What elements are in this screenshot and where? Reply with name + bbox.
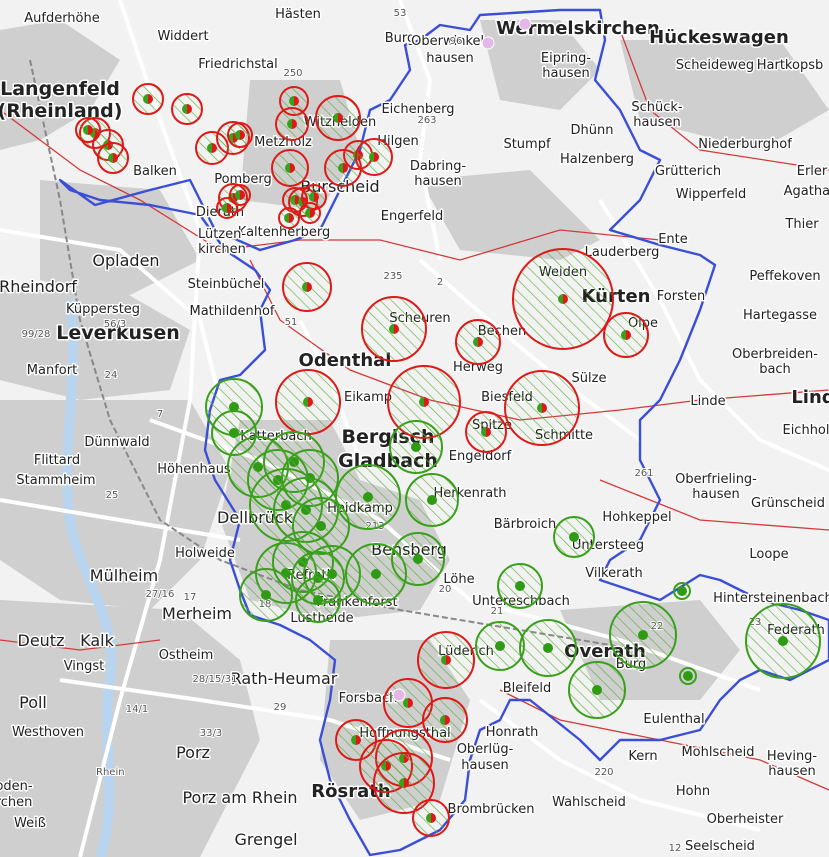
green-survey-circle[interactable] [745, 603, 821, 679]
red-survey-circle[interactable] [97, 142, 129, 174]
red-survey-circle[interactable] [278, 207, 300, 229]
green-survey-circle[interactable] [497, 563, 543, 609]
green-survey-circle[interactable] [391, 532, 445, 586]
red-survey-circle[interactable] [603, 312, 649, 358]
red-survey-circle[interactable] [275, 369, 341, 435]
green-survey-circle[interactable] [335, 464, 401, 530]
marker-layer[interactable] [0, 0, 829, 857]
red-survey-circle[interactable] [361, 296, 427, 362]
green-survey-circle[interactable] [239, 568, 293, 622]
map[interactable]: Aufderhöhe Widdert Hästen Burg Wermelskirche… [0, 0, 829, 857]
red-survey-circle[interactable] [422, 697, 468, 743]
red-survey-circle[interactable] [355, 138, 393, 176]
red-survey-circle[interactable] [299, 202, 321, 224]
green-survey-circle[interactable] [568, 661, 626, 719]
red-survey-circle[interactable] [465, 411, 507, 453]
green-survey-circle[interactable] [553, 516, 595, 558]
green-survey-circle[interactable] [609, 601, 677, 669]
red-survey-circle[interactable] [171, 93, 203, 125]
green-survey-circle[interactable] [519, 619, 577, 677]
green-survey-circle[interactable] [475, 621, 525, 671]
green-survey-circle[interactable] [389, 420, 443, 474]
red-survey-circle[interactable] [412, 799, 450, 837]
red-survey-circle[interactable] [132, 83, 164, 115]
green-survey-circle[interactable] [405, 473, 459, 527]
red-survey-circle[interactable] [455, 319, 501, 365]
green-survey-circle[interactable] [673, 582, 691, 600]
red-survey-circle[interactable] [504, 370, 580, 446]
red-survey-circle[interactable] [227, 122, 253, 148]
pink-dot-marker[interactable] [518, 17, 532, 31]
red-survey-circle[interactable] [512, 248, 614, 350]
red-survey-circle[interactable] [271, 149, 309, 187]
red-survey-circle[interactable] [229, 184, 251, 206]
pink-dot-marker[interactable] [392, 688, 406, 702]
red-survey-circle[interactable] [275, 107, 309, 141]
red-survey-circle[interactable] [315, 95, 361, 141]
green-survey-circle[interactable] [679, 667, 697, 685]
red-survey-circle[interactable] [75, 117, 101, 143]
red-survey-circle[interactable] [417, 631, 475, 689]
green-survey-circle[interactable] [295, 577, 341, 623]
red-survey-circle[interactable] [282, 262, 332, 312]
pink-dot-marker[interactable] [481, 36, 495, 50]
